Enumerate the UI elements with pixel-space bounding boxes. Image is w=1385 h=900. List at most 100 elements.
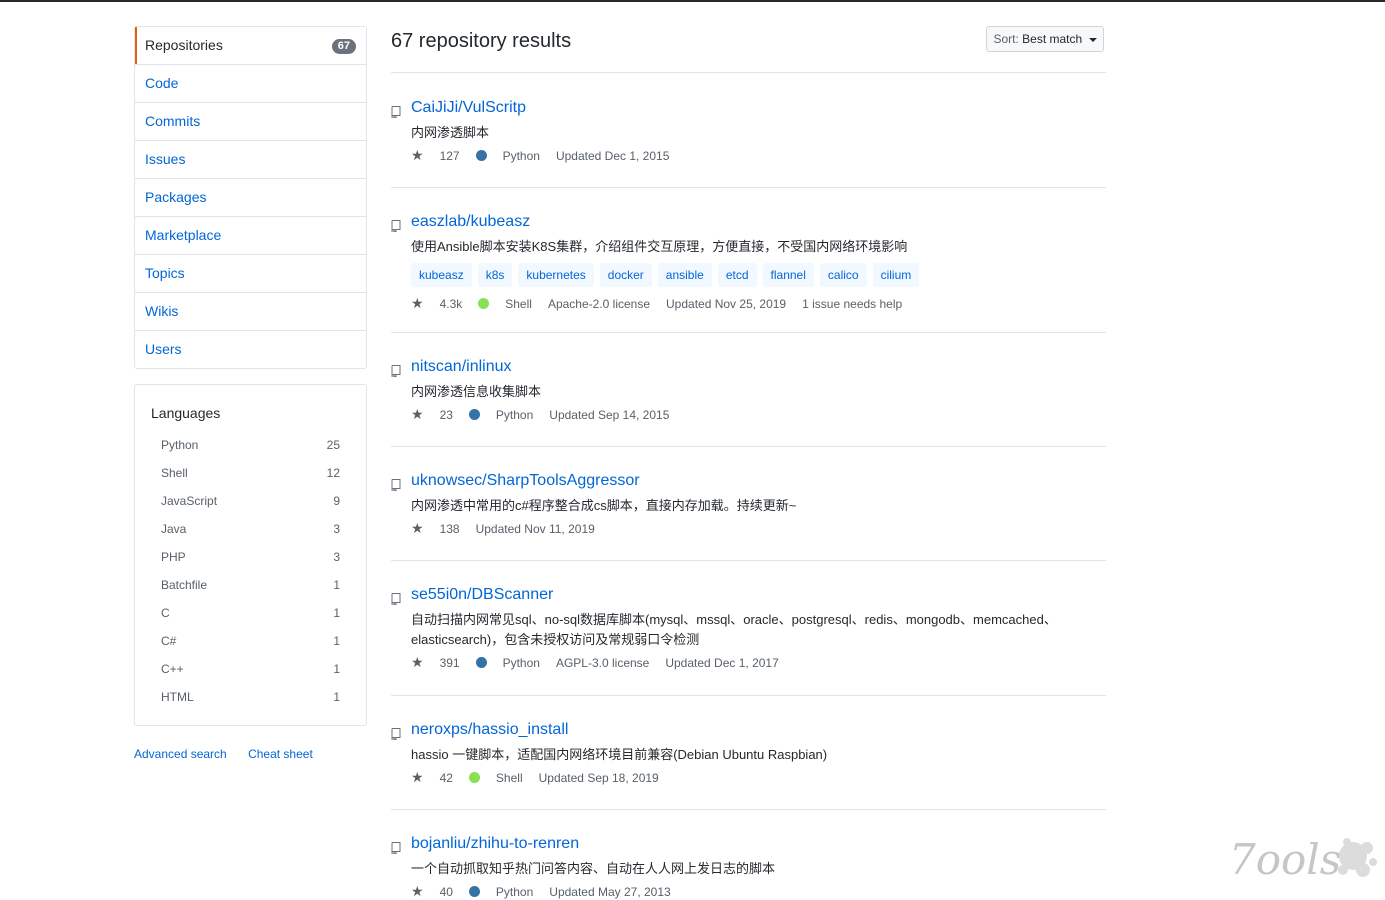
help-wanted-issues-link[interactable]: 1 issue needs help (802, 297, 902, 311)
nav-item-wikis[interactable]: Wikis (135, 292, 366, 330)
repo-icon (391, 106, 401, 118)
repo-language: Python (475, 656, 540, 670)
language-filter-csharp[interactable]: C# 1 (135, 627, 366, 655)
topic-tag[interactable]: k8s (477, 263, 513, 287)
nav-item-label: Topics (145, 265, 185, 281)
language-filter-javascript[interactable]: JavaScript 9 (135, 487, 366, 515)
nav-item-topics[interactable]: Topics (135, 254, 366, 292)
star-icon: ★ (411, 883, 424, 899)
language-count: 9 (333, 494, 340, 508)
repo-updated: Updated Dec 1, 2017 (665, 656, 779, 670)
topic-tag[interactable]: docker (599, 263, 652, 287)
language-count: 1 (333, 690, 340, 704)
stargazers-link[interactable]: ★ 40 (411, 883, 453, 899)
language-name: Java (161, 522, 187, 536)
repo-meta: ★ 138 Updated Nov 11, 2019 (411, 520, 611, 537)
topic-tag[interactable]: flannel (762, 263, 814, 287)
repo-description: 内网渗透脚本 (411, 125, 490, 140)
repo-name-link[interactable]: easzlab/kubeasz (411, 213, 530, 231)
divider (391, 332, 1106, 333)
language-filter-shell[interactable]: Shell 12 (135, 459, 366, 487)
star-count: 138 (439, 522, 460, 536)
language-name: Python (161, 438, 199, 452)
topic-tag[interactable]: cilium (872, 263, 920, 287)
sort-value: Best match (1022, 32, 1083, 46)
nav-item-marketplace[interactable]: Marketplace (135, 216, 366, 254)
language-name: Python (495, 885, 534, 899)
language-name: JavaScript (161, 494, 218, 508)
star-count: 42 (439, 771, 453, 785)
language-count: 3 (333, 550, 340, 564)
topic-tag[interactable]: calico (819, 263, 867, 287)
language-name: Shell (495, 771, 523, 785)
repo-license: AGPL-3.0 license (555, 656, 650, 670)
star-count: 127 (439, 149, 460, 163)
languages-filter: Languages Python 25 Shell 12 JavaScript 9 J… (134, 384, 367, 726)
topic-tag[interactable]: etcd (717, 263, 757, 287)
topic-tag[interactable]: ansible (657, 263, 712, 287)
nav-item-label: Commits (145, 113, 201, 129)
language-name: HTML (161, 690, 194, 704)
language-filter-html[interactable]: HTML 1 (135, 683, 366, 711)
repo-updated: Updated Nov 25, 2019 (666, 297, 787, 311)
stargazers-link[interactable]: ★ 42 (411, 769, 453, 785)
divider (391, 560, 1106, 561)
nav-item-label: Marketplace (145, 227, 222, 243)
stargazers-link[interactable]: ★ 127 (411, 147, 460, 163)
search-type-menu: Repositories 67 Code Commits Issues Pack… (134, 26, 367, 369)
divider (391, 72, 1106, 73)
language-color-dot (475, 150, 487, 161)
language-filter-php[interactable]: PHP 3 (135, 543, 366, 571)
nav-item-users[interactable]: Users (135, 330, 366, 368)
stargazers-link[interactable]: ★ 23 (411, 406, 453, 422)
nav-item-issues[interactable]: Issues (135, 140, 366, 178)
nav-item-code[interactable]: Code (135, 64, 366, 102)
language-filter-batchfile[interactable]: Batchfile 1 (135, 571, 366, 599)
repo-description: 内网渗透信息收集脚本 (411, 384, 542, 399)
topic-tag[interactable]: kubernetes (518, 263, 594, 287)
repo-language: Python (468, 408, 534, 422)
language-name: Python (502, 656, 540, 670)
nav-item-label: Code (145, 75, 179, 91)
language-name: Python (495, 408, 534, 422)
languages-heading: Languages (151, 405, 221, 421)
language-color-dot (468, 772, 480, 783)
star-count: 391 (439, 656, 460, 670)
advanced-search-link[interactable]: Advanced search (134, 747, 227, 761)
repo-name-link[interactable]: uknowsec/SharpToolsAggressor (411, 472, 640, 490)
language-name: Shell (505, 297, 532, 311)
repo-meta: ★ 391 Python AGPL-3.0 license Updated Dec 1,… (411, 654, 795, 671)
language-count: 25 (326, 438, 340, 452)
repo-name-link[interactable]: CaiJiJi/VulScritp (411, 99, 526, 117)
repo-updated: Updated May 27, 2013 (549, 885, 671, 899)
language-count: 3 (333, 522, 340, 536)
nav-item-repositories[interactable]: Repositories 67 (135, 27, 366, 64)
nav-item-packages[interactable]: Packages (135, 178, 366, 216)
divider (391, 695, 1106, 696)
stargazers-link[interactable]: ★ 138 (411, 520, 460, 536)
top-header-bar (0, 0, 1385, 2)
sort-dropdown[interactable]: Sort: Best match (986, 26, 1104, 52)
star-count: 4.3k (439, 297, 463, 311)
language-count: 12 (326, 466, 340, 480)
repo-name-link[interactable]: nitscan/inlinux (411, 358, 512, 376)
nav-item-commits[interactable]: Commits (135, 102, 366, 140)
language-filter-cpp[interactable]: C++ 1 (135, 655, 366, 683)
repo-name-link[interactable]: bojanliu/zhihu-to-renren (411, 835, 579, 853)
topic-tag[interactable]: kubeasz (411, 263, 472, 287)
divider (391, 446, 1106, 447)
divider (391, 187, 1106, 188)
language-filter-java[interactable]: Java 3 (135, 515, 366, 543)
stargazers-link[interactable]: ★ 391 (411, 654, 460, 670)
star-icon: ★ (411, 295, 424, 311)
repo-name-link[interactable]: neroxps/hassio_install (411, 721, 568, 739)
language-count: 1 (333, 606, 340, 620)
cheat-sheet-link[interactable]: Cheat sheet (248, 747, 313, 761)
repo-name-link[interactable]: se55i0n/DBScanner (411, 586, 553, 604)
language-filter-python[interactable]: Python 25 (135, 431, 366, 459)
language-filter-c[interactable]: C1 (135, 599, 366, 627)
caret-down-icon (1088, 37, 1097, 42)
stargazers-link[interactable]: ★ 4.3k (411, 295, 463, 311)
repo-meta: ★ 4.3k Shell Apache-2.0 license Updated Nov … (411, 295, 902, 312)
results-count-badge: 67 (331, 39, 356, 54)
